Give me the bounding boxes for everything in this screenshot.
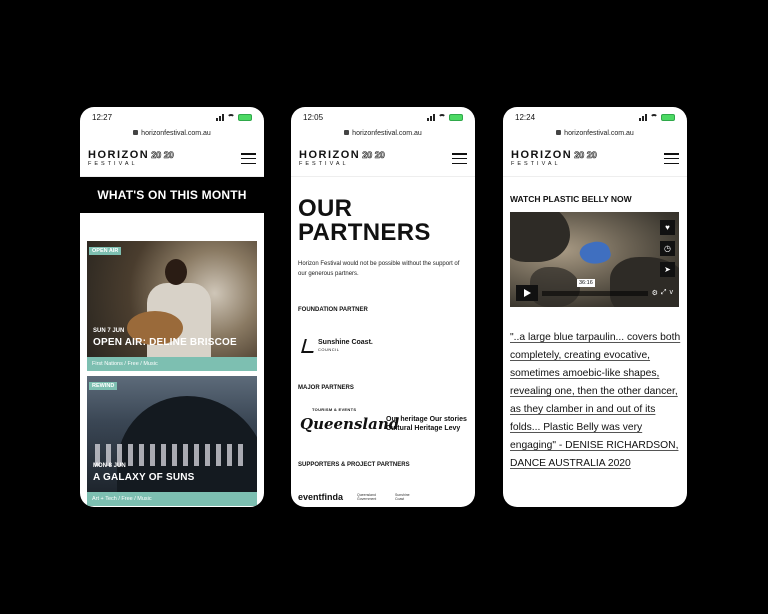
lock-icon [344,130,350,135]
logo-festival: FESTIVAL [511,160,561,167]
clock-icon[interactable]: ◷ [660,241,675,256]
heritage-line-2: Cultural Heritage Levy [386,425,461,432]
url-text: horizonfestival.com.au [564,130,634,137]
logo-festival: FESTIVAL [88,160,138,167]
battery-icon [449,113,463,121]
status-time: 12:27 [92,112,113,122]
logo-horizon: HORIZON [88,148,150,161]
signal-icon [639,113,647,121]
event-image: REWIND MON 8 JUN A GALAXY OF SUNS [87,376,257,492]
logo-year: 20 20 [574,149,597,160]
review-quote[interactable]: "..a large blue tarpaulin... covers both… [510,329,682,473]
event-card[interactable]: REWIND MON 8 JUN A GALAXY OF SUNS Art + … [87,376,257,506]
logo-festival: FESTIVAL [299,160,349,167]
tourism-small: TOURISM & EVENTS [312,407,357,412]
logo-horizon: HORIZON [299,148,361,161]
supporter-logos: eventfinda Queensland Government Sunshin… [298,492,419,502]
logo-year: 20 20 [362,149,385,160]
address-bar[interactable]: horizonfestival.com.au [291,127,475,141]
site-header: HORIZON 20 20 FESTIVAL [503,141,687,177]
status-time: 12:24 [515,112,536,122]
phone-partners: 12:05 horizonfestival.com.au HORIZON 20 2… [291,107,475,507]
sunshine-sub: COUNCIL [318,347,340,352]
play-icon[interactable] [516,285,538,301]
event-title: A GALAXY OF SUNS [93,472,195,483]
event-date: SUN 7 JUN [93,328,125,334]
signal-icon [216,113,224,121]
section-major: MAJOR PARTNERS [298,385,354,391]
eventfinda-logo[interactable]: eventfinda [298,492,343,502]
blue-tarp [577,238,613,268]
video-player[interactable]: ♥ ◷ ➤ 36:16 ⚙ ⤢ v [510,212,679,307]
hamburger-menu-icon[interactable] [241,153,256,164]
event-card[interactable]: OPEN AIR SUN 7 JUN OPEN AIR: DELINE BRIS… [87,241,257,371]
hamburger-menu-icon[interactable] [452,153,467,164]
video-controls: 36:16 ⚙ ⤢ v [516,278,674,301]
sunshine-coast-small-logo[interactable]: Sunshine Coast [395,493,419,501]
event-date: MON 8 JUN [93,463,126,469]
signal-icon [427,113,435,121]
phone-whats-on: 12:27 horizonfestival.com.au HORIZON 20 2… [80,107,264,507]
page-title: OUR PARTNERS [291,177,475,245]
url-text: horizonfestival.com.au [141,130,211,137]
lock-icon [133,130,139,135]
event-categories: First Nations / Free / Music [87,357,257,371]
phone-watch: 12:24 horizonfestival.com.au HORIZON 20 2… [503,107,687,507]
logo-year: 20 20 [151,149,174,160]
status-bar: 12:27 [80,107,264,127]
share-icon[interactable]: ➤ [660,262,675,277]
tourism-queensland-logo[interactable]: TOURISM & EVENTS Queensland [300,407,400,433]
status-bar: 12:24 [503,107,687,127]
horizon-festival-logo[interactable]: HORIZON 20 20 FESTIVAL [299,148,385,168]
logo-horizon: HORIZON [511,148,573,161]
video-side-actions: ♥ ◷ ➤ [660,220,675,277]
address-bar[interactable]: horizonfestival.com.au [80,127,264,141]
settings-icon[interactable]: ⚙ [652,289,658,297]
url-text: horizonfestival.com.au [352,130,422,137]
event-categories: Art + Tech / Free / Music [87,492,257,506]
wifi-icon [650,114,658,120]
horizon-festival-logo[interactable]: HORIZON 20 20 FESTIVAL [88,148,174,168]
horizon-festival-logo[interactable]: HORIZON 20 20 FESTIVAL [511,148,597,168]
sunshine-text: Sunshine Coast. [318,339,373,346]
section-foundation: FOUNDATION PARTNER [298,307,368,313]
page-title: WHAT'S ON THIS MONTH [80,177,264,213]
queensland-text: Queensland [300,415,400,433]
event-image: OPEN AIR SUN 7 JUN OPEN AIR: DELINE BRIS… [87,241,257,357]
event-tag: REWIND [89,382,118,390]
site-header: HORIZON 20 20 FESTIVAL [80,141,264,177]
site-header: HORIZON 20 20 FESTIVAL [291,141,475,177]
fullscreen-icon[interactable]: ⤢ [661,289,667,297]
wifi-icon [438,114,446,120]
wifi-icon [227,114,235,120]
video-time: 36:16 [577,278,595,287]
lock-icon [556,130,562,135]
battery-icon [238,113,252,121]
qld-government-logo[interactable]: Queensland Government [357,493,381,501]
section-supporters: SUPPORTERS & PROJECT PARTNERS [298,462,410,468]
heritage-line-1: Our heritage Our stories [386,416,467,423]
title-line-1: OUR [298,195,353,222]
like-icon[interactable]: ♥ [660,220,675,235]
event-tag: OPEN AIR [89,247,122,255]
hamburger-menu-icon[interactable] [664,153,679,164]
status-icons [427,113,463,121]
intro-text: Horizon Festival would not be possible w… [298,261,460,277]
address-bar[interactable]: horizonfestival.com.au [503,127,687,141]
video-heading: WATCH PLASTIC BELLY NOW [510,194,632,204]
sunshine-coast-logo[interactable]: Sunshine Coast. COUNCIL [301,339,373,353]
heritage-levy-logo[interactable]: Our heritage Our stories Cultural Herita… [386,415,467,433]
status-bar: 12:05 [291,107,475,127]
battery-icon [661,113,675,121]
title-line-2: PARTNERS [298,219,431,246]
status-time: 12:05 [303,112,324,122]
event-title: OPEN AIR: DELINE BRISCOE [93,337,237,348]
vimeo-icon[interactable]: v [670,289,674,297]
video-progress[interactable]: 36:16 [542,278,648,296]
status-icons [216,113,252,121]
status-icons [639,113,675,121]
